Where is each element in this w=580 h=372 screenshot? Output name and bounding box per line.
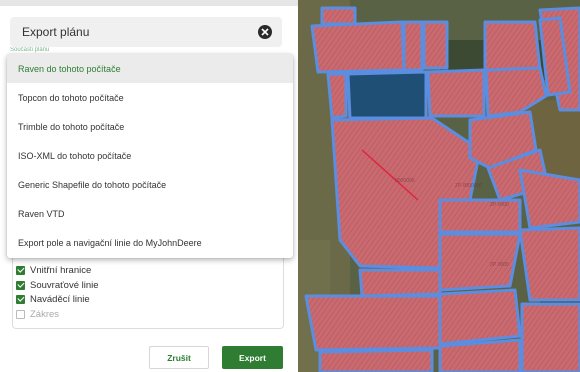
checkbox-label: Vnitřní hranice: [30, 264, 92, 276]
checkbox-checked-icon[interactable]: [16, 294, 25, 304]
checkbox-label: Naváděcí linie: [30, 293, 90, 305]
dropdown-option-trimble[interactable]: Trimble do tohoto počítače: [7, 112, 293, 141]
checkbox-inner-boundaries[interactable]: Vnitřní hranice: [16, 263, 91, 277]
checkbox-guidance-lines[interactable]: Naváděcí linie: [16, 292, 90, 306]
dialog-title: Export plánu: [22, 25, 90, 39]
cancel-button[interactable]: Zrušit: [149, 346, 209, 369]
panel-top-bar: [0, 0, 298, 6]
export-format-dropdown[interactable]: Raven do tohoto počítače Topcon do tohot…: [7, 54, 293, 258]
svg-text:ZP 0000: ZP 0000: [490, 262, 509, 268]
dropdown-option-raven[interactable]: Raven do tohoto počítače: [7, 54, 293, 83]
checkbox-checked-icon[interactable]: [16, 280, 25, 290]
checkbox-label: Souvraťové linie: [30, 279, 99, 291]
dropdown-option-topcon[interactable]: Topcon do tohoto počítače: [7, 83, 293, 112]
format-label: Součásti plánu: [10, 47, 50, 53]
svg-text:ZP 0000000: ZP 0000000: [455, 183, 482, 189]
title-field[interactable]: Export plánu: [10, 17, 282, 47]
checkbox-headland-lines[interactable]: Souvraťové linie: [16, 278, 99, 292]
checkbox-sketch[interactable]: Zákres: [16, 307, 59, 321]
svg-text:ZP 0000: ZP 0000: [490, 202, 509, 208]
svg-text:0000000: 0000000: [395, 178, 415, 184]
checkbox-label: Zákres: [30, 308, 60, 320]
close-icon[interactable]: [258, 25, 272, 39]
dropdown-option-shapefile[interactable]: Generic Shapefile do tohoto počítače: [7, 170, 293, 199]
dropdown-option-isoxml[interactable]: ISO-XML do tohoto počítače: [7, 141, 293, 170]
export-button[interactable]: Export: [222, 346, 283, 369]
dropdown-option-raven-vtd[interactable]: Raven VTD: [7, 199, 293, 228]
dropdown-option-myjohndeere[interactable]: Export pole a navigační linie do MyJohnD…: [7, 228, 293, 257]
checkbox-checked-icon[interactable]: [16, 265, 25, 275]
checkbox-unchecked-icon[interactable]: [16, 309, 25, 319]
